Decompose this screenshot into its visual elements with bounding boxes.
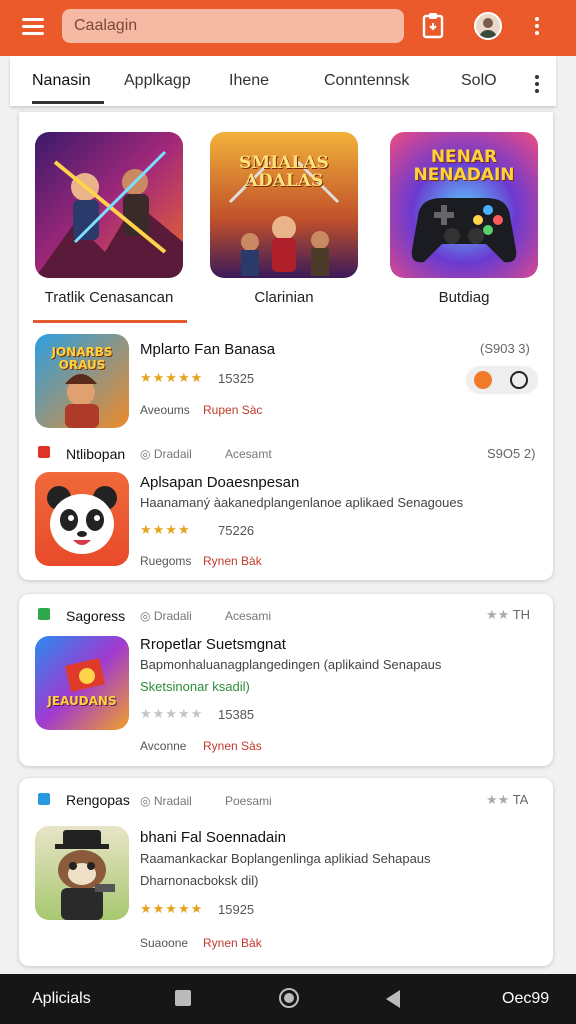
app-meta-price: Rupen Sàc	[203, 403, 263, 417]
tab-solo[interactable]: SolO	[461, 72, 497, 90]
category-label[interactable]: Ntlibopan	[66, 446, 125, 462]
category-label[interactable]: Sagoress	[66, 608, 125, 624]
app-description: Bapmonhaluanagplangedingen (aplikaind Se…	[140, 657, 442, 672]
app-bar: Caalagin	[0, 0, 576, 56]
category-badge-icon	[38, 608, 50, 620]
app-price-text: TA	[512, 792, 529, 807]
app-icon-title: JEAUDANS	[47, 694, 117, 708]
search-input[interactable]: Caalagin	[62, 9, 404, 43]
app-description-extra: Dharnonacboksk dil)	[140, 873, 259, 888]
app-title[interactable]: bhani Fal Soennadain	[140, 829, 286, 846]
category-badge-icon	[38, 793, 50, 805]
app-meta-price: Rynen Bàk	[203, 936, 262, 950]
app-meta: Avconne	[140, 739, 187, 753]
camera-icon[interactable]	[510, 371, 528, 389]
hamburger-icon[interactable]	[22, 14, 52, 42]
star-icons: ★★	[486, 607, 510, 622]
featured-tile-2[interactable]: SMIALAS ADALAS Clarinian	[208, 132, 360, 322]
app-price: ★★ TA	[486, 792, 528, 808]
rating-count: 15325	[218, 371, 255, 386]
app-icon[interactable]: JEAUDANS	[35, 636, 129, 730]
featured-art-1	[35, 132, 183, 278]
category-meta-b: Acesami	[225, 609, 272, 623]
category-meta-a: ◎ Nradail	[140, 794, 192, 808]
badge-icon[interactable]	[474, 371, 492, 389]
app-icon[interactable]: JONARBS ORAUS	[35, 334, 129, 428]
app-title[interactable]: Rropetlar Suetsmgnat	[140, 636, 286, 653]
nav-label-left[interactable]: Aplicials	[32, 990, 91, 1008]
star-rating: ★★★★★	[140, 706, 204, 721]
recents-icon[interactable]	[175, 990, 191, 1006]
category-meta-a-text: Dradali	[153, 609, 192, 623]
app-icon-title: JONARBS ORAUS	[51, 345, 113, 372]
app-price-text: TH	[512, 607, 531, 622]
category-meta-a: ◎ Dradail	[140, 447, 192, 461]
rating-count: 15925	[218, 902, 255, 917]
tab-ihene[interactable]: Ihene	[229, 72, 269, 90]
featured-tile-1[interactable]: Tratlik Cenasancan	[33, 132, 185, 322]
action-pill[interactable]	[466, 366, 538, 394]
star-rating: ★★★★	[140, 522, 191, 537]
app-meta-price: Rynen Bàk	[203, 554, 262, 568]
tab-applkagp[interactable]: Applkagp	[124, 72, 191, 90]
featured-art-title: SMIALAS ADALAS	[239, 153, 329, 191]
app-description: Raamankackar Boplangenlinga aplikiad Seh…	[140, 851, 431, 866]
app-description: Haanamaný àakanedplangenlanoe aplikaed S…	[140, 495, 464, 510]
avatar-icon[interactable]	[474, 12, 502, 40]
tab-bar: Nanasin Applkagp Ihene Conntennsk SolO	[10, 56, 556, 106]
home-icon[interactable]	[279, 988, 299, 1008]
clipboard-icon[interactable]	[420, 12, 446, 40]
featured-art-2: SMIALAS ADALAS	[210, 132, 358, 278]
star-rating: ★★★★★	[140, 370, 204, 385]
category-meta-a-text: Dradail	[153, 447, 192, 461]
system-navigation-bar: Aplicials Oec99	[0, 974, 576, 1024]
app-price: ★★ TH	[486, 607, 530, 623]
rating-count: 75226	[218, 523, 255, 538]
more-vertical-icon[interactable]	[530, 14, 544, 40]
nav-label-right: Oec99	[502, 990, 550, 1007]
star-icons: ★★	[486, 792, 510, 807]
category-meta-b: Acesamt	[225, 447, 272, 461]
tab-nanasin[interactable]: Nanasin	[32, 72, 91, 90]
rating-count: 15385	[218, 707, 255, 722]
app-meta-price: Rynen Sàs	[203, 739, 262, 753]
category-badge-icon	[38, 446, 50, 458]
tabs-more-icon[interactable]	[532, 72, 542, 94]
featured-art-title: NENAR NENADAIN	[413, 147, 515, 185]
app-meta: Aveoums	[140, 403, 190, 417]
category-label[interactable]: Rengopas	[66, 792, 130, 808]
app-title[interactable]: Mplarto Fan Banasa	[140, 341, 275, 358]
active-tab-indicator	[32, 101, 104, 104]
featured-caption: Butdiag	[438, 289, 490, 306]
app-price: S9O5 2)	[487, 446, 536, 461]
star-rating: ★★★★★	[140, 901, 204, 916]
app-subtext: Sketsinonar ksadil)	[140, 679, 250, 694]
app-price: (S903 3)	[480, 341, 530, 356]
back-icon[interactable]	[386, 990, 400, 1008]
app-title[interactable]: Aplsapan Doaesnpesan	[140, 474, 299, 491]
app-meta: Ruegoms	[140, 554, 192, 568]
category-meta-a-text: Nradail	[153, 794, 192, 808]
featured-selected-indicator	[33, 320, 187, 323]
app-icon[interactable]	[35, 472, 129, 566]
app-icon[interactable]	[35, 826, 129, 920]
featured-tile-3[interactable]: NENAR NENADAIN Butdiag	[388, 132, 540, 322]
featured-caption: Clarinian	[254, 289, 314, 306]
featured-caption: Tratlik Cenasancan	[44, 289, 174, 306]
category-meta-b: Poesami	[225, 794, 272, 808]
category-meta-a: ◎ Dradali	[140, 609, 192, 623]
app-meta: Suaoone	[140, 936, 189, 950]
tab-conntennsk[interactable]: Conntennsk	[324, 72, 409, 90]
featured-art-3: NENAR NENADAIN	[390, 132, 538, 278]
